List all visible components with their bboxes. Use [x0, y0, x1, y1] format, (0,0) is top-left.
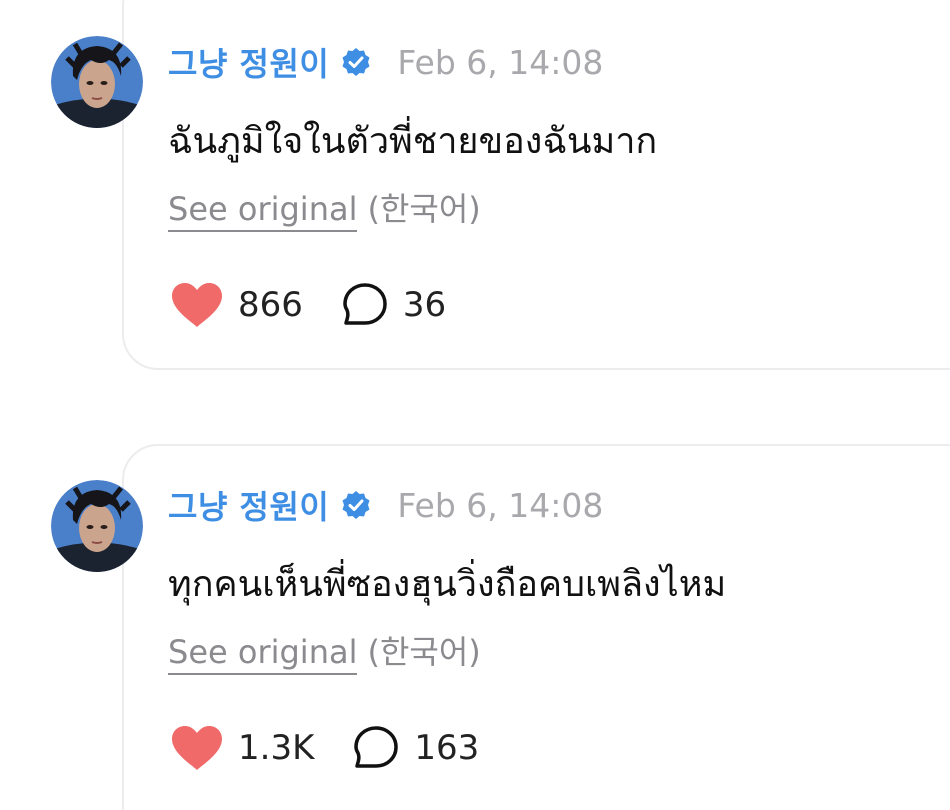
username[interactable]: 그냥 정원이 [168, 482, 329, 528]
like-count: 1.3K [238, 728, 315, 768]
heart-icon[interactable] [170, 724, 224, 772]
like-count: 866 [238, 285, 303, 325]
avatar[interactable] [51, 480, 143, 572]
original-language-label: (한국어) [367, 190, 481, 228]
comment-header: 그냥 정원이 Feb 6, 14:08 [168, 482, 603, 528]
timestamp: Feb 6, 14:08 [397, 42, 604, 82]
heart-icon[interactable] [170, 281, 224, 329]
timestamp: Feb 6, 14:08 [397, 485, 604, 525]
verified-badge-icon [341, 490, 371, 520]
reply-count: 163 [414, 728, 480, 768]
see-original-link[interactable]: See original [168, 190, 358, 232]
avatar[interactable] [51, 36, 143, 128]
comment-actions: 866 36 [170, 280, 446, 330]
see-original-link[interactable]: See original [168, 633, 358, 675]
translation-row: See original (한국어) [168, 627, 481, 675]
verified-badge-icon [341, 47, 371, 77]
comment-feed: 그냥 정원이 Feb 6, 14:08 ฉันภูมิใจในตัวพี่ชาย… [0, 0, 950, 810]
reply-count: 36 [402, 285, 447, 325]
comment-text: ฉันภูมิใจในตัวพี่ชายของฉันมาก [168, 121, 658, 162]
translation-row: See original (한국어) [168, 184, 481, 232]
reply-bubble-icon[interactable] [352, 724, 400, 772]
reply-bubble-icon[interactable] [341, 281, 389, 329]
comment-actions: 1.3K 163 [170, 723, 479, 773]
username[interactable]: 그냥 정원이 [168, 39, 329, 85]
original-language-label: (한국어) [367, 633, 481, 671]
comment-header: 그냥 정원이 Feb 6, 14:08 [168, 39, 603, 85]
comment-text: ทุกคนเห็นพี่ซองฮุนวิ่งถือคบเพลิงไหม [168, 564, 727, 605]
